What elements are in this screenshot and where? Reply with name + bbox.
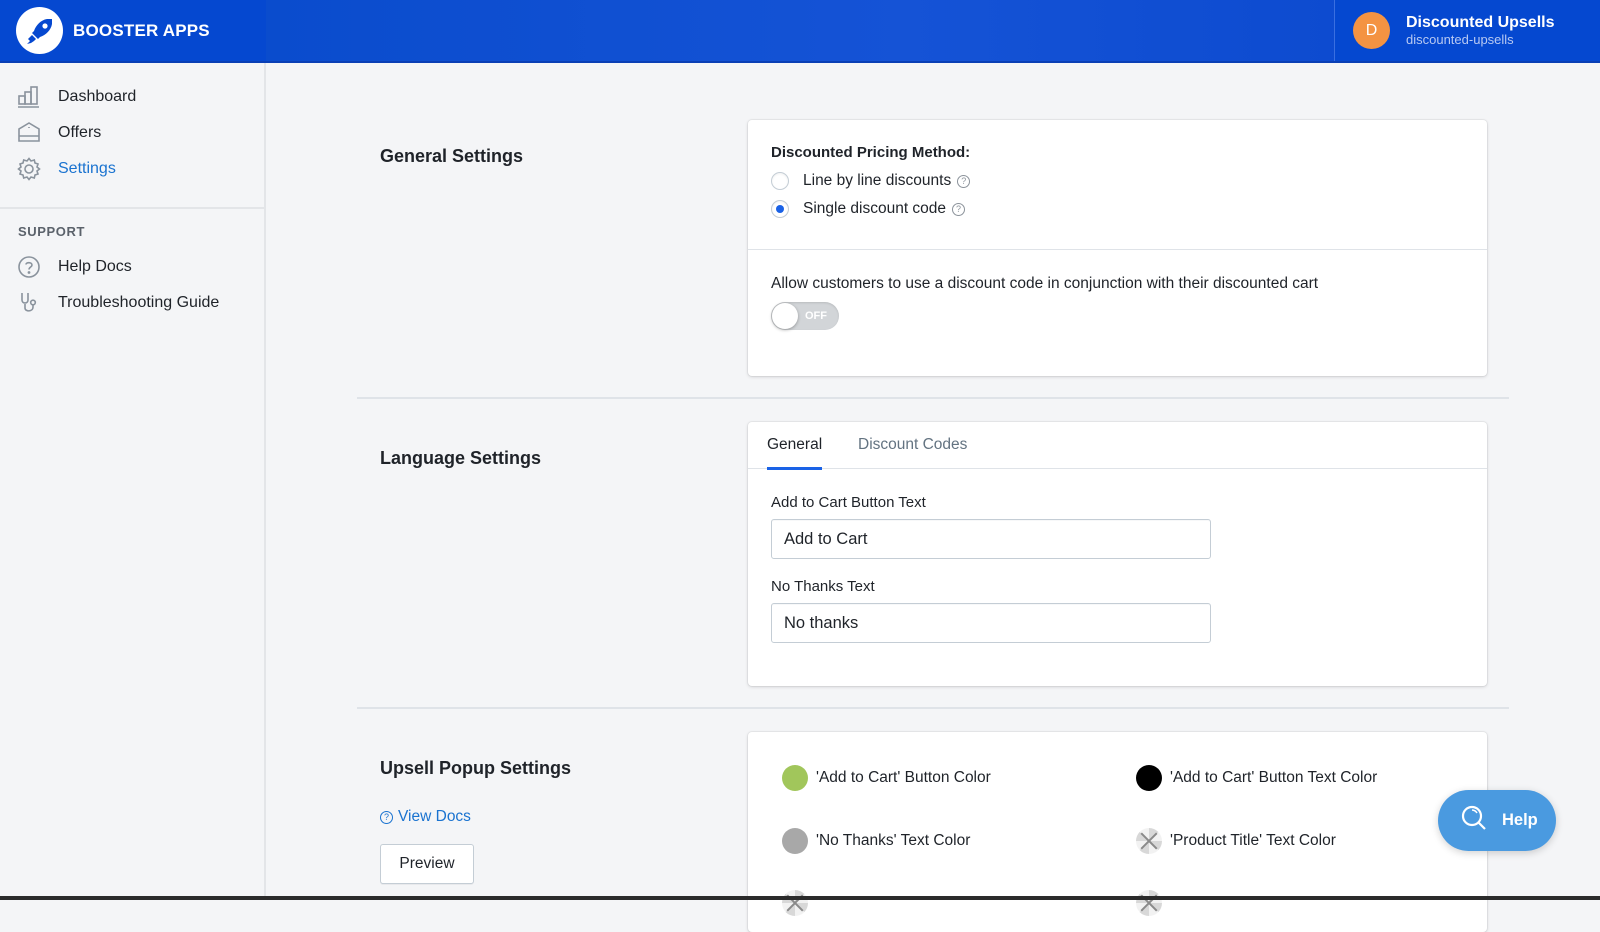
section-divider <box>357 707 1509 709</box>
question-circle-icon <box>17 255 41 279</box>
radio-label: Single discount code <box>803 200 947 217</box>
color-picker-add-to-cart-button[interactable]: 'Add to Cart' Button Color <box>782 765 991 791</box>
bar-chart-icon <box>17 85 41 109</box>
add-to-cart-text-label: Add to Cart Button Text <box>771 494 926 511</box>
help-label: Help <box>1502 811 1538 829</box>
sidebar-item-label: Offers <box>58 124 102 141</box>
brand-name: BOOSTER APPS <box>73 20 210 40</box>
sidebar-item-settings[interactable]: Settings <box>0 151 264 187</box>
toggle-knob <box>772 303 798 329</box>
tab-general[interactable]: General <box>767 436 823 470</box>
no-color-swatch-icon[interactable] <box>1136 890 1162 916</box>
radio-single-code[interactable]: Single discount code ? <box>771 195 970 223</box>
brand[interactable]: BOOSTER APPS <box>0 0 266 61</box>
radio-label: Line by line discounts <box>803 172 952 189</box>
color-picker-partial[interactable] <box>1136 890 1170 916</box>
help-tooltip-icon[interactable]: ? <box>957 174 971 188</box>
gear-icon <box>17 157 41 181</box>
avatar: D <box>1353 12 1390 49</box>
general-settings-title: General Settings <box>380 146 524 166</box>
general-settings-card: Discounted Pricing Method: Line by line … <box>748 120 1487 376</box>
upsell-popup-settings-title: Upsell Popup Settings <box>380 758 572 778</box>
account-handle: discounted-upsells <box>1406 31 1514 47</box>
color-picker-partial[interactable] <box>782 890 816 916</box>
upsell-popup-card: 'Add to Cart' Button Color 'Add to Cart'… <box>748 732 1487 932</box>
account-name: Discounted Upsells <box>1406 13 1555 31</box>
color-label: 'Add to Cart' Button Text Color <box>1170 769 1378 786</box>
sidebar-divider <box>0 207 264 209</box>
color-swatch[interactable] <box>782 765 808 791</box>
language-settings-title: Language Settings <box>380 448 542 468</box>
tab-discount-codes[interactable]: Discount Codes <box>858 436 967 467</box>
color-picker-no-thanks-text[interactable]: 'No Thanks' Text Color <box>782 828 970 854</box>
rocket-icon <box>16 7 63 54</box>
view-docs-link[interactable]: ? View Docs <box>380 808 471 826</box>
color-label: 'No Thanks' Text Color <box>816 832 971 849</box>
top-bar-spacer <box>266 0 1334 61</box>
color-swatch[interactable] <box>1136 765 1162 791</box>
radio-line-by-line[interactable]: Line by line discounts ? <box>771 167 971 195</box>
toggle-state: OFF <box>805 310 827 322</box>
add-to-cart-text-input[interactable] <box>771 519 1211 559</box>
sidebar-item-troubleshooting[interactable]: Troubleshooting Guide <box>0 285 264 321</box>
no-color-swatch-icon[interactable] <box>1136 828 1162 854</box>
view-docs-label: View Docs <box>398 808 471 825</box>
help-tooltip-icon[interactable]: ? <box>952 202 966 216</box>
stethoscope-icon <box>17 291 41 315</box>
sidebar-item-dashboard[interactable]: Dashboard <box>0 79 264 115</box>
search-icon <box>1460 804 1488 837</box>
language-tabs: General Discount Codes <box>748 422 1487 470</box>
allow-codes-label: Allow customers to use a discount code i… <box>771 275 1319 292</box>
card-divider <box>748 249 1487 250</box>
sidebar: Dashboard Offers Settings SUPPORT Help D… <box>0 63 266 900</box>
sidebar-item-label: Troubleshooting Guide <box>58 294 220 311</box>
no-color-swatch-icon[interactable] <box>782 890 808 916</box>
color-swatch[interactable] <box>782 828 808 854</box>
pricing-method-label: Discounted Pricing Method: <box>771 144 971 161</box>
no-thanks-text-label: No Thanks Text <box>771 578 875 595</box>
sidebar-item-offers[interactable]: Offers <box>0 115 264 151</box>
sidebar-item-help-docs[interactable]: Help Docs <box>0 249 264 285</box>
language-settings-card: General Discount Codes Add to Cart Butto… <box>748 422 1487 686</box>
radio-button[interactable] <box>771 200 789 218</box>
support-heading: SUPPORT <box>18 224 86 239</box>
allow-codes-toggle[interactable]: OFF <box>771 302 839 330</box>
sidebar-item-label: Help Docs <box>58 258 132 275</box>
question-circle-icon: ? <box>380 810 393 824</box>
no-thanks-text-input[interactable] <box>771 603 1211 643</box>
account-menu[interactable]: D Discounted Upsells discounted-upsells <box>1334 0 1600 61</box>
sidebar-item-label: Dashboard <box>58 88 137 105</box>
color-label: 'Product Title' Text Color <box>1170 832 1336 849</box>
window-bottom-edge <box>0 896 1600 900</box>
top-bar: BOOSTER APPS D Discounted Upsells discou… <box>0 0 1600 63</box>
radio-button[interactable] <box>771 172 789 190</box>
color-picker-product-title-text[interactable]: 'Product Title' Text Color <box>1136 828 1336 854</box>
section-divider <box>357 397 1509 399</box>
preview-button[interactable]: Preview <box>380 844 474 884</box>
color-picker-add-to-cart-text[interactable]: 'Add to Cart' Button Text Color <box>1136 765 1377 791</box>
color-label: 'Add to Cart' Button Color <box>816 769 991 786</box>
tag-icon <box>17 121 41 145</box>
sidebar-item-label: Settings <box>58 160 116 177</box>
help-button[interactable]: Help <box>1438 790 1556 851</box>
